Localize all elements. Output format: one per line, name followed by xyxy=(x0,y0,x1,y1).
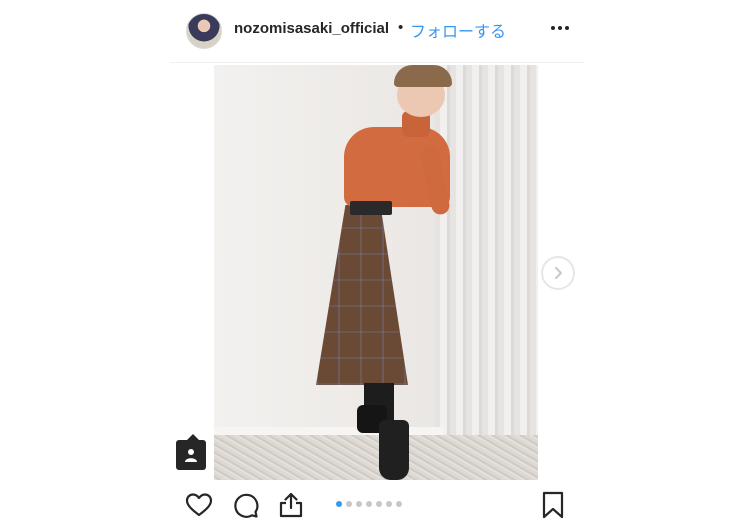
comment-button[interactable] xyxy=(230,490,260,520)
heart-icon xyxy=(185,493,213,517)
background-floor xyxy=(214,435,538,480)
share-icon xyxy=(279,492,303,518)
user-tag-button[interactable] xyxy=(176,434,206,470)
save-button[interactable] xyxy=(538,490,568,520)
comment-icon xyxy=(234,493,259,518)
action-bar xyxy=(170,482,584,530)
carousel-dot xyxy=(346,501,352,507)
post-image[interactable] xyxy=(214,65,538,480)
follow-button[interactable]: フォローする xyxy=(410,18,506,42)
carousel-dot xyxy=(386,501,392,507)
share-button[interactable] xyxy=(276,490,306,520)
figure-boot-right xyxy=(379,420,409,480)
carousel-dot xyxy=(336,501,342,507)
header-separator: • xyxy=(398,19,404,36)
user-tag-icon xyxy=(185,449,197,462)
post-header: nozomisasaki_official • フォローする xyxy=(170,0,584,63)
figure-belt xyxy=(350,201,392,215)
carousel-dot xyxy=(356,501,362,507)
profile-avatar[interactable] xyxy=(186,13,222,49)
username-link[interactable]: nozomisasaki_official xyxy=(234,20,389,37)
carousel-dot xyxy=(396,501,402,507)
carousel-dot xyxy=(376,501,382,507)
figure-skirt xyxy=(316,205,408,385)
bookmark-icon xyxy=(542,491,564,519)
carousel-dots xyxy=(336,501,402,507)
next-image-button[interactable] xyxy=(541,256,575,290)
carousel-dot xyxy=(366,501,372,507)
chevron-right-icon xyxy=(555,267,562,279)
figure-cap xyxy=(394,65,452,87)
more-options-icon[interactable] xyxy=(548,16,572,40)
like-button[interactable] xyxy=(184,490,214,520)
background-curtain xyxy=(434,65,538,480)
